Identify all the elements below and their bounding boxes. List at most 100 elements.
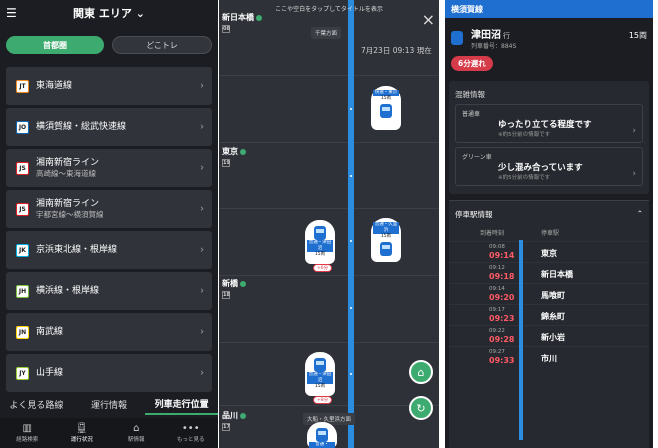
stop-name: 馬喰町 [541,291,565,300]
stop-row[interactable]: 09:14 09:20 馬喰町 [449,283,649,304]
line-item[interactable]: JT 東海道線 › [6,67,212,105]
train-marker[interactable]: 普通・津田沼 15両 [305,220,335,264]
chevron-right-icon: › [200,326,204,338]
train-icon [314,226,326,240]
actual-time: 09:20 [489,293,515,302]
nav-more[interactable]: ••• もっと見る [164,418,219,448]
chevron-up-icon: ⌃ [636,209,643,218]
train-label: 普通・津田沼 [307,372,333,384]
line-name: 京浜東北線・根岸線 [36,244,118,255]
congestion-item[interactable]: グリーン車 少し混み合っています ※約5分前の情報です › [455,147,643,186]
train-cars: 15両 [380,96,392,101]
stop-name: 新日本橋 [541,270,573,279]
scheduled-time: 09:08 [489,244,505,250]
refresh-button[interactable]: ↻ [409,396,433,420]
chevron-right-icon: › [200,285,204,297]
stop-row[interactable]: 09:12 09:18 新日本橋 [449,262,649,283]
line-list: JT 東海道線 › JO 横須賀線・総武快速線 › JS 湘南新宿ライン 高崎線〜東海道線 › JS… [0,67,218,392]
station-button[interactable]: ⌂ [409,360,433,384]
area-header: ☰ 関東 エリア ⌄ [0,0,218,26]
station-marker[interactable]: 東京 19 [222,146,246,167]
green-dot-icon [256,14,262,21]
train-marker[interactable]: 普通・ [307,422,337,448]
green-dot-icon [240,280,246,287]
stop-row[interactable]: 09:27 09:33 市川 [449,346,649,367]
area-selector[interactable]: 関東 エリア ⌄ [22,5,196,21]
green-dot-icon [240,412,246,419]
nav-label: 駅情報 [127,437,145,443]
stop-row[interactable]: 09:22 09:28 新小岩 [449,325,649,346]
line-sub: 宇都宮線〜横須賀線 [36,210,104,219]
line-name: 山手線 [36,367,64,378]
stops-title: 停車駅情報 [455,210,493,219]
route-line [519,240,523,440]
line-item[interactable]: JH 横浜線・根岸線 › [6,272,212,310]
chevron-right-icon: › [632,126,636,136]
segment-dokotore[interactable]: どこトレ [112,36,212,54]
actual-time: 09:18 [489,272,515,281]
track-line [348,0,354,448]
train-marker[interactable]: 普通・津田沼 15両 [305,352,335,396]
nav-route[interactable]: ▥ 経路検索 [0,418,55,448]
direction-label: 千葉方面 [311,27,342,39]
congestion-title: 混雑情報 [455,90,485,99]
train-icon [451,31,463,45]
station-marker[interactable]: 品川 17 [222,410,246,431]
line-name: 横浜線・根岸線 [36,285,100,296]
line-code-badge: JN [16,325,29,339]
congestion-note: ※約5分前の情報です [498,132,551,138]
line-code-badge: JT [16,79,29,93]
station-icon: ⌂ [133,423,140,434]
area-title: 関東 エリア [73,7,132,20]
line-item[interactable]: JN 南武線 › [6,313,212,351]
hamburger-icon[interactable]: ☰ [6,6,22,20]
scheduled-time: 09:17 [489,307,505,313]
station-marker[interactable]: 新日本橋 08 [222,12,262,33]
actual-time: 09:33 [489,356,515,365]
station-marker[interactable]: 新橋 18 [222,278,246,299]
chevron-down-icon: ⌄ [135,7,145,20]
train-cars: 15両 [380,234,392,239]
region-segment: 首都圏 どこトレ [0,26,218,54]
line-item[interactable]: JK 京浜東北線・根岸線 › [6,231,212,269]
line-item[interactable]: JS 湘南新宿ライン 高崎線〜東海道線 › [6,149,212,187]
train-marker[interactable]: 快速・東京 15両 [371,86,401,130]
line-name: 湘南新宿ライン [36,199,100,209]
column-arrival: 到着時刻 [479,230,504,237]
station-number: 17 [222,423,230,431]
segment-shutoken[interactable]: 首都圏 [6,36,104,54]
congestion-note: ※約5分前の情報です [498,175,551,181]
stop-row[interactable]: 09:08 09:14 東京 [449,241,649,262]
scheduled-time: 09:12 [489,265,505,271]
nav-label: もっと見る [176,437,205,443]
station-number: 08 [222,25,230,33]
chevron-right-icon: › [200,244,204,256]
detail-header: 横須賀線 [445,0,653,18]
congestion-value: 少し混み合っています [498,163,583,173]
tab-train-position[interactable]: 列車走行位置 [145,393,218,415]
stop-row[interactable]: 09:17 09:23 錦糸町 [449,304,649,325]
destination-suffix: 行 [503,32,510,40]
tab-service-info[interactable]: 運行情報 [73,393,146,415]
train-marker[interactable]: 普通・久里浜 15両 [371,218,401,262]
chevron-right-icon: › [200,203,204,215]
station-number: 18 [222,291,230,299]
delay-tag: +6分 [313,264,333,272]
nav-status[interactable]: 🚆︎ 運行状況 [55,418,110,448]
stops-header[interactable]: 停車駅情報 ⌃ [449,200,649,226]
line-item[interactable]: JS 湘南新宿ライン 宇都宮線〜横須賀線 › [6,190,212,228]
tab-favorite-lines[interactable]: よく見る路線 [0,393,73,415]
close-icon[interactable]: × [422,10,435,29]
scheduled-time: 09:14 [489,286,505,292]
line-name: 横須賀線・総武快速線 [36,121,127,132]
nav-label: 経路検索 [16,437,39,443]
chevron-right-icon: › [200,80,204,92]
line-code-badge: JK [16,243,29,257]
line-code-badge: JS [16,161,29,175]
nav-station[interactable]: ⌂ 駅情報 [109,418,164,448]
line-item[interactable]: JY 山手線 › [6,354,212,392]
congestion-item[interactable]: 普通車 ゆったり立てる程度です ※約5分前の情報です › [455,104,643,143]
congestion-value: ゆったり立てる程度です [498,120,592,130]
line-sub: 高崎線〜東海道線 [36,169,96,178]
line-item[interactable]: JO 横須賀線・総武快速線 › [6,108,212,146]
